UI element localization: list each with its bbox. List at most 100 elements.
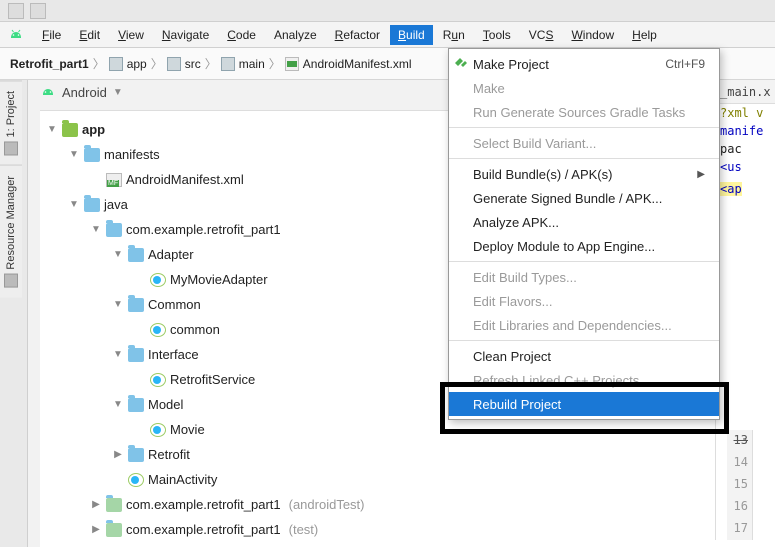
menu-code[interactable]: Code [219,25,264,45]
menu-item-generate-signed-bundle-apk[interactable]: Generate Signed Bundle / APK... [449,186,719,210]
manifest-icon [106,173,122,187]
breadcrumb-androidmanifest-xml[interactable]: AndroidManifest.xml [285,57,412,71]
chevron-right-icon: 〉 [205,55,217,72]
module-icon [62,123,78,137]
view-mode-combo[interactable]: Android ▼ [40,84,123,100]
toolbar-icon[interactable] [8,3,24,19]
menu-analyze[interactable]: Analyze [266,25,325,45]
breadcrumb-label: Retrofit_part1 [10,57,89,71]
menu-navigate[interactable]: Navigate [154,25,217,45]
resource-manager-icon [4,274,18,288]
chevron-right-icon: 〉 [93,55,105,72]
tree-mainactivity[interactable]: MainActivity [40,467,775,492]
menu-shortcut: Ctrl+F9 [665,57,705,71]
line-number: 16 [727,496,752,518]
menu-item-clean-project[interactable]: Clean Project [449,344,719,368]
editor-tab-label: _main.x [720,85,771,99]
menu-item-label: Edit Flavors... [473,294,552,309]
toolbar-icon[interactable] [30,3,46,19]
tree-pkg-test-suffix: (test) [289,522,319,537]
tree-manifest-file-label: AndroidManifest.xml [126,172,244,187]
tree-pkg-test[interactable]: ▶ com.example.retrofit_part1 (test) [40,517,775,542]
menu-item-label: Build Bundle(s) / APK(s) [473,167,612,182]
folder-icon [84,148,100,162]
menu-refactor[interactable]: Refactor [327,25,388,45]
editor-line: manife [716,122,775,140]
editor-tab[interactable]: _main.x [716,80,775,104]
menu-separator [449,261,719,262]
chevron-right-icon: 〉 [151,55,163,72]
menu-item-label: Analyze APK... [473,215,559,230]
breadcrumb-retrofit-part1[interactable]: Retrofit_part1 [10,57,89,71]
menu-item-build-bundle-s-apk-s[interactable]: Build Bundle(s) / APK(s) ▶ [449,162,719,186]
manifest-icon [285,57,299,71]
menu-separator [449,127,719,128]
folder-icon [109,57,123,71]
view-mode-label: Android [62,85,107,100]
line-number: 13 [727,430,752,452]
menu-item-edit-flavors: Edit Flavors... [449,289,719,313]
chevron-down-icon: ▼ [112,249,124,260]
tab-project[interactable]: 1: Project [0,80,22,165]
tree-movie-label: Movie [170,422,205,437]
chevron-down-icon: ▼ [113,87,123,98]
menu-tools[interactable]: Tools [475,25,519,45]
breadcrumb-src[interactable]: src [167,57,201,71]
tree-app-label: app [82,122,105,137]
menu-item-label: Edit Build Types... [473,270,577,285]
tree-pkg-androidtest-label: com.example.retrofit_part1 [126,497,281,512]
tree-movie[interactable]: Movie [40,417,775,442]
tab-resource-manager[interactable]: Resource Manager [0,165,22,298]
android-icon [40,84,56,100]
chevron-down-icon: ▼ [112,349,124,360]
editor-line: <ap [716,180,775,198]
menu-item-make-project[interactable]: Make ProjectCtrl+F9 [449,52,719,76]
menu-item-rebuild-project[interactable]: Rebuild Project [449,392,719,416]
breadcrumb-main[interactable]: main [221,57,265,71]
menu-run[interactable]: Run [435,25,473,45]
menu-item-refresh-linked-c-projects: Refresh Linked C++ Projects [449,368,719,392]
chevron-down-icon: ▼ [112,299,124,310]
tree-pkg-test-label: com.example.retrofit_part1 [126,522,281,537]
menu-item-label: Clean Project [473,349,551,364]
editor-line: pac [716,140,775,158]
menu-item-edit-build-types: Edit Build Types... [449,265,719,289]
tree-model-label: Model [148,397,183,412]
menu-window[interactable]: Window [563,25,622,45]
menu-build[interactable]: Build [390,25,433,45]
tree-pkg-androidtest[interactable]: ▶ com.example.retrofit_part1 (androidTes… [40,492,775,517]
chevron-right-icon: ▶ [90,499,102,510]
package-icon [128,298,144,312]
chevron-right-icon: ▶ [112,449,124,460]
tree-pkg-main-label: com.example.retrofit_part1 [126,222,281,237]
package-icon [128,348,144,362]
menu-view[interactable]: View [110,25,152,45]
package-icon [128,398,144,412]
menu-vcs[interactable]: VCS [521,25,562,45]
menu-item-deploy-module-to-app-engine[interactable]: Deploy Module to App Engine... [449,234,719,258]
breadcrumb-app[interactable]: app [109,57,147,71]
menu-file[interactable]: File [34,25,69,45]
tree-common-label: Common [148,297,201,312]
menu-edit[interactable]: Edit [71,25,108,45]
menubar: FileEditViewNavigateCodeAnalyzeRefactorB… [0,22,775,48]
editor-line: <us [716,158,775,176]
class-icon [150,373,166,387]
menu-item-label: Select Build Variant... [473,136,596,151]
package-icon [106,223,122,237]
menu-item-label: Run Generate Sources Gradle Tasks [473,105,685,120]
class-icon [128,473,144,487]
menu-help[interactable]: Help [624,25,665,45]
chevron-right-icon: ▶ [697,169,705,180]
left-tool-tabs: 1: Project Resource Manager [0,80,28,547]
menu-item-label: Generate Signed Bundle / APK... [473,191,662,206]
menu-item-analyze-apk[interactable]: Analyze APK... [449,210,719,234]
breadcrumb-label: main [239,57,265,71]
editor-line: ?xml v [716,104,775,122]
tab-project-label: 1: Project [5,91,17,137]
tree-retrofit[interactable]: ▶ Retrofit [40,442,775,467]
menu-item-make: Make [449,76,719,100]
breadcrumb-label: src [185,57,201,71]
menu-item-label: Refresh Linked C++ Projects [473,373,639,388]
tree-interface-label: Interface [148,347,199,362]
